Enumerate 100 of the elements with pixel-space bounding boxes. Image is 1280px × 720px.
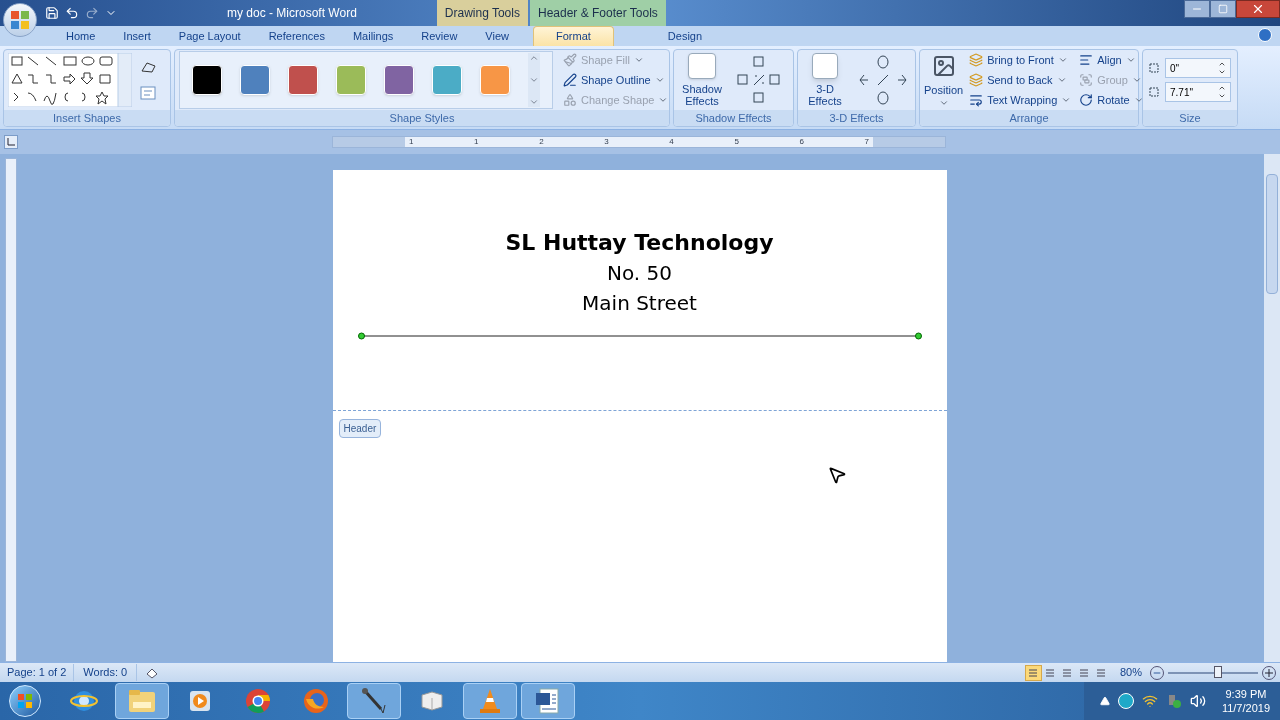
size-icon — [1147, 85, 1161, 99]
ribbon-command[interactable]: Align — [1077, 50, 1146, 70]
start-button[interactable] — [9, 685, 41, 717]
ribbon-tab[interactable]: Design — [653, 26, 717, 46]
ribbon-tab[interactable]: Page Layout — [164, 26, 255, 46]
layers-icon — [969, 53, 984, 67]
style-swatch[interactable] — [432, 65, 462, 95]
close-icon — [1251, 2, 1265, 16]
view-button[interactable] — [1024, 664, 1042, 681]
spin-up-icon[interactable] — [1218, 84, 1226, 92]
undo-icon[interactable] — [65, 6, 79, 20]
ruler-margin — [873, 137, 945, 147]
caret-icon — [1057, 55, 1068, 65]
style-swatch[interactable] — [192, 65, 222, 95]
clock[interactable]: 9:39 PM 11/7/2019 — [1221, 687, 1270, 715]
style-swatch[interactable] — [336, 65, 366, 95]
player-icon — [187, 688, 213, 714]
tab-selector[interactable] — [4, 135, 18, 149]
taskbar-app[interactable] — [521, 683, 575, 719]
ribbon-tab[interactable]: Home — [52, 26, 110, 46]
group-label: Insert Shapes — [4, 110, 170, 126]
caret-icon — [654, 75, 665, 85]
group-label: Shape Styles — [175, 110, 669, 126]
volume-icon[interactable] — [1189, 693, 1206, 709]
3d-effects-button[interactable]: 3-D Effects — [802, 53, 848, 107]
style-swatch[interactable] — [288, 65, 318, 95]
zoom-slider-thumb[interactable] — [1213, 665, 1222, 678]
style-swatch[interactable] — [240, 65, 270, 95]
caret-icon — [633, 55, 644, 65]
taskbar-app[interactable] — [347, 683, 401, 719]
size-icon — [1147, 61, 1161, 75]
ruler-number: 7 — [864, 137, 869, 147]
horizontal-line[interactable] — [357, 332, 922, 340]
vertical-scrollbar[interactable] — [1264, 154, 1280, 662]
window-title: my doc - Microsoft Word — [227, 5, 357, 22]
context-tab-label: Drawing Tools — [436, 0, 528, 26]
size-field[interactable]: 0" — [1165, 58, 1231, 78]
save-icon[interactable] — [45, 6, 59, 20]
tray-expand-icon[interactable] — [1099, 696, 1110, 706]
caret-icon — [1056, 75, 1067, 85]
ribbon-command[interactable]: Shape Outline — [561, 70, 671, 90]
view-icon — [1028, 667, 1039, 678]
spin-down-icon[interactable] — [1218, 68, 1226, 76]
group-label: Arrange — [920, 110, 1138, 126]
caret-icon — [658, 95, 669, 105]
word-count[interactable]: Words: 0 — [74, 664, 138, 681]
edit-shape-icon[interactable] — [140, 60, 158, 74]
header-text: No. 50 — [607, 260, 672, 287]
scroll-down-icon — [529, 75, 539, 85]
page-count[interactable]: Page: 1 of 2 — [0, 664, 75, 681]
ribbon-tab[interactable]: References — [254, 26, 339, 46]
zoom-level[interactable]: 80% — [1119, 664, 1142, 681]
signal-icon[interactable] — [1141, 693, 1158, 709]
shape-gallery-drawing[interactable] — [8, 53, 132, 107]
ruler-number: 1 — [409, 137, 414, 147]
ribbon-command[interactable]: Text Wrapping — [967, 90, 1074, 110]
style-swatch[interactable] — [480, 65, 510, 95]
ruler-number: 4 — [669, 137, 674, 147]
document-icon — [534, 687, 562, 715]
shadow-effects-button[interactable]: Shadow Effects — [678, 53, 726, 107]
ribbon-tab[interactable]: Mailings — [338, 26, 408, 46]
group-label: Size — [1143, 110, 1237, 126]
style-swatch[interactable] — [384, 65, 414, 95]
header-tag: Header — [338, 419, 382, 438]
minimize-button[interactable] — [1184, 0, 1210, 18]
traffic-cone-icon — [477, 687, 503, 715]
group-icon — [1079, 73, 1094, 87]
scroll-up-icon — [529, 53, 539, 63]
ribbon-tab[interactable]: Review — [407, 26, 472, 46]
tab-stop-icon — [7, 138, 15, 146]
view-icon — [1096, 667, 1107, 678]
shapes-icon — [563, 93, 577, 107]
windows-logo-icon — [17, 693, 33, 709]
pen-icon — [563, 73, 577, 87]
ribbon-tab[interactable]: View — [471, 26, 523, 46]
maximize-icon — [1218, 4, 1228, 14]
ribbon-command[interactable]: Send to Back — [967, 70, 1074, 90]
ribbon-tab[interactable]: Insert — [109, 26, 165, 46]
layers-icon — [969, 73, 984, 87]
position-button[interactable]: Position — [924, 51, 964, 109]
ribbon-tab[interactable]: Format — [533, 26, 614, 46]
caret-icon — [1125, 55, 1136, 65]
caret-icon — [1131, 75, 1142, 85]
close-button[interactable] — [1236, 0, 1280, 18]
office-button[interactable] — [3, 3, 37, 37]
microphone-icon — [359, 687, 389, 715]
help-icon[interactable] — [1258, 28, 1272, 42]
group-label: Shadow Effects — [674, 110, 793, 126]
ribbon-command[interactable]: Bring to Front — [967, 50, 1074, 70]
spin-down-icon[interactable] — [1218, 92, 1226, 100]
header-text: Main Street — [582, 290, 697, 317]
size-field[interactable]: 7.71" — [1165, 82, 1231, 102]
maximize-button[interactable] — [1210, 0, 1236, 18]
ribbon-command[interactable]: Rotate — [1077, 90, 1146, 110]
view-icon — [1045, 667, 1056, 678]
chrome-icon — [244, 687, 272, 715]
ruler-number: 1 — [474, 137, 479, 147]
spin-up-icon[interactable] — [1218, 60, 1226, 68]
ruler-number: 3 — [604, 137, 609, 147]
cube-icon — [418, 689, 446, 713]
